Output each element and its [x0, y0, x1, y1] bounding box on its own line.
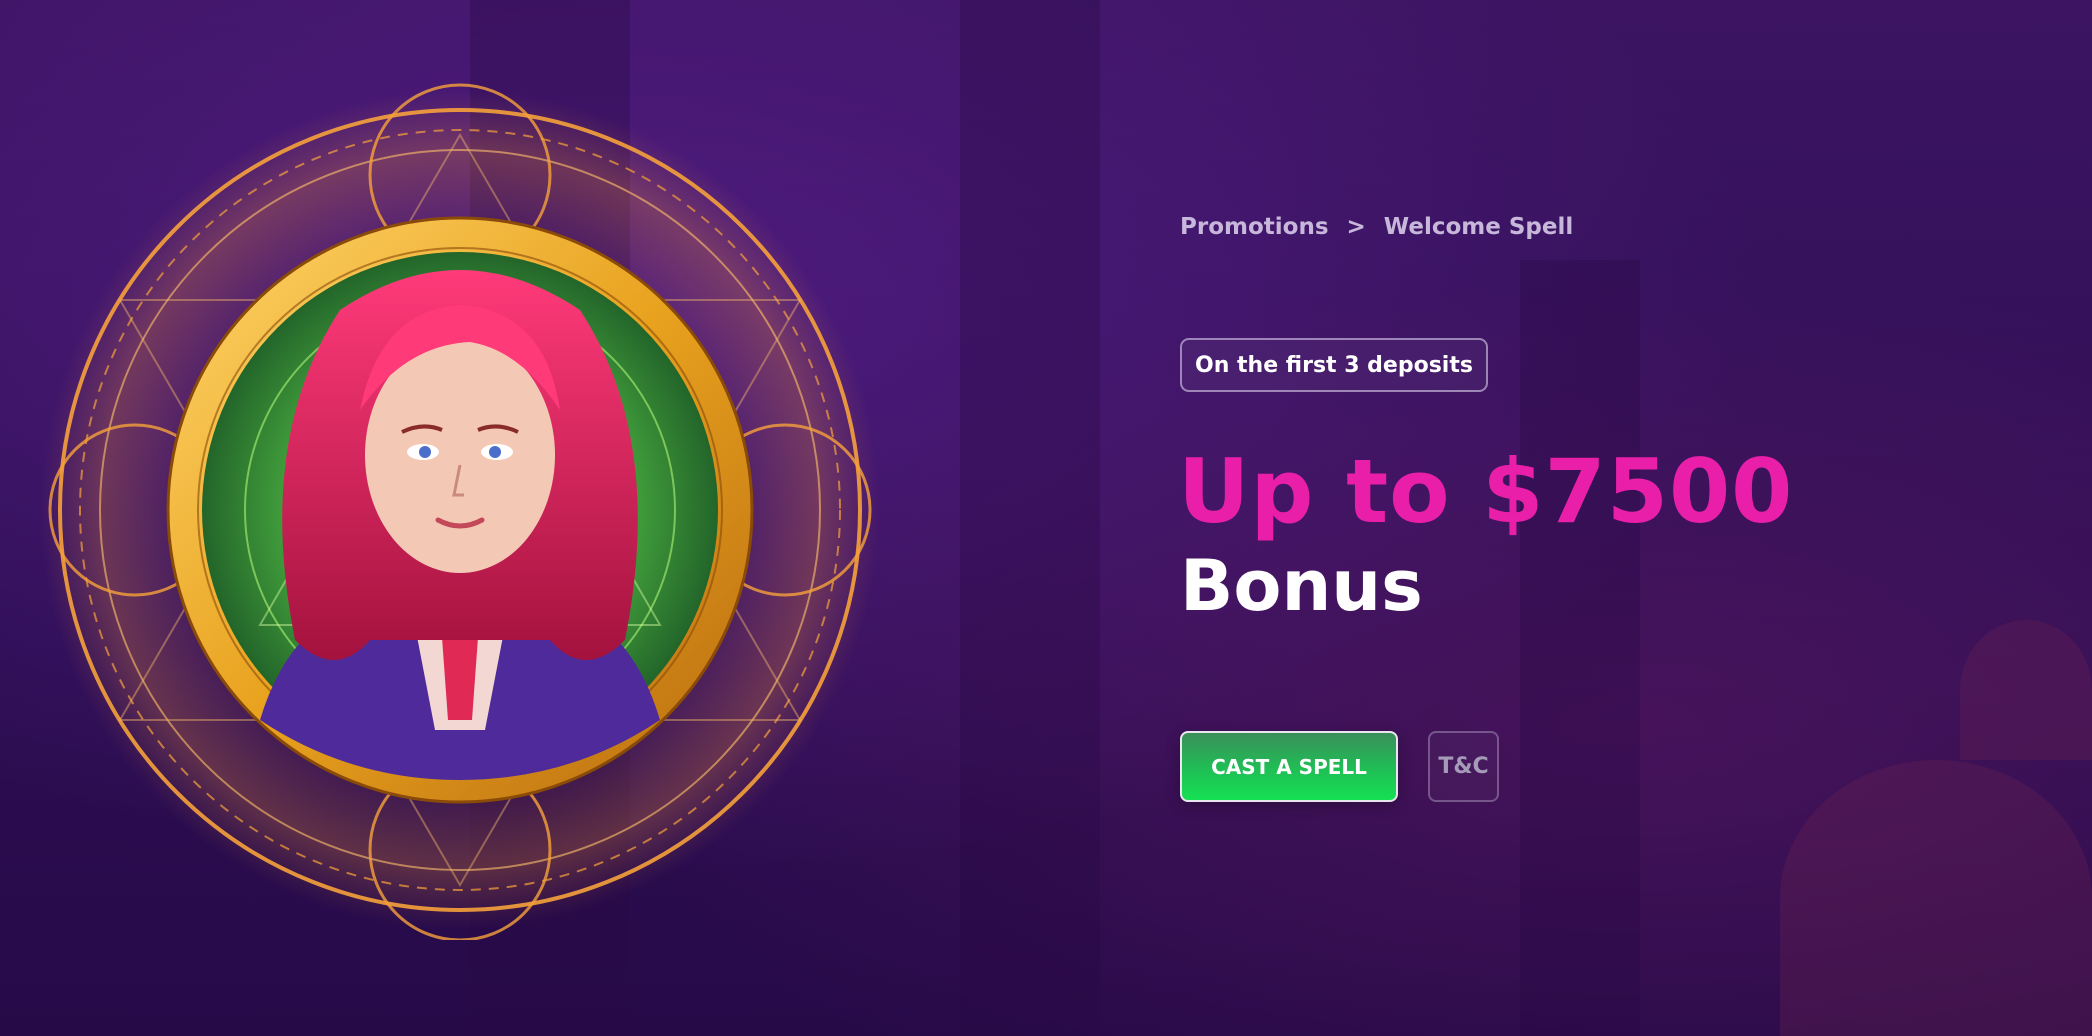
- bonus-label-heading: Bonus: [1180, 545, 1423, 627]
- deposit-condition-badge: On the first 3 deposits: [1180, 338, 1488, 392]
- breadcrumb-separator: >: [1346, 214, 1366, 240]
- breadcrumb-promotions-link[interactable]: Promotions: [1180, 214, 1329, 240]
- terms-and-conditions-label: T&C: [1438, 754, 1489, 779]
- deposit-condition-text: On the first 3 deposits: [1195, 352, 1473, 378]
- terms-and-conditions-button[interactable]: T&C: [1428, 731, 1499, 802]
- cast-a-spell-label: CAST A SPELL: [1211, 754, 1367, 779]
- background-tower: [1520, 260, 1640, 1036]
- cast-a-spell-button[interactable]: CAST A SPELL: [1180, 731, 1398, 802]
- background-dome: [1960, 620, 2092, 760]
- breadcrumb-current-page: Welcome Spell: [1383, 214, 1574, 240]
- background-tower: [960, 0, 1100, 1036]
- hero-character-medallion: [40, 83, 880, 940]
- background-dome: [1780, 760, 2092, 1036]
- bonus-amount-heading: Up to $7500: [1178, 440, 1794, 543]
- breadcrumb: Promotions > Welcome Spell: [1180, 214, 1573, 240]
